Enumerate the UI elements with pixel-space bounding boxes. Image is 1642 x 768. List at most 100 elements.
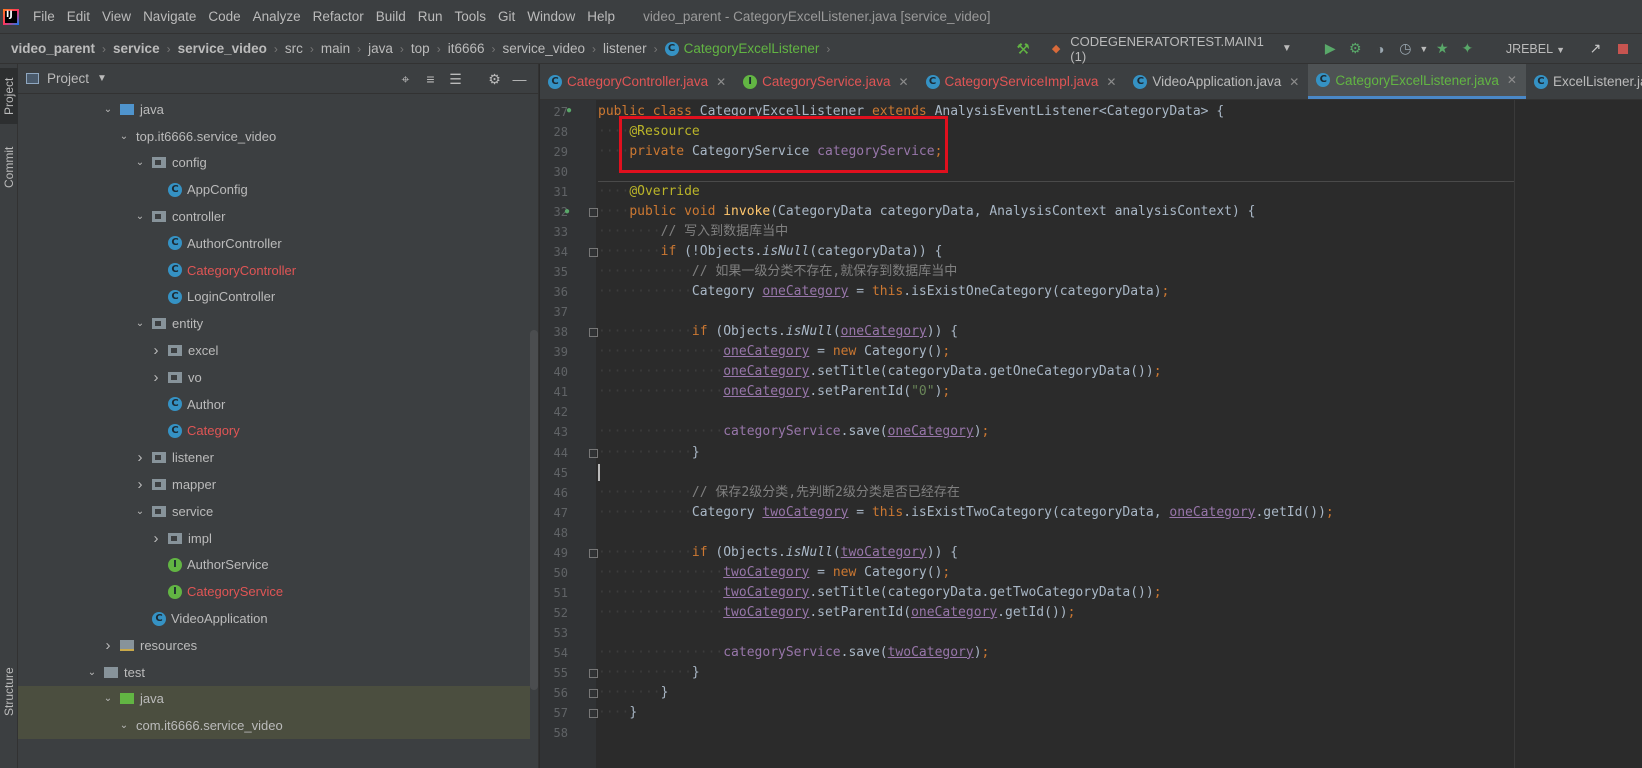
- gear-icon[interactable]: ⚙: [482, 71, 507, 88]
- chevron-right-icon[interactable]: ›: [150, 342, 162, 359]
- breadcrumb-item[interactable]: top: [411, 41, 430, 56]
- tree-row[interactable]: C LoginController: [18, 284, 530, 311]
- editor-tab[interactable]: C CategoryController.java ✕: [540, 64, 735, 99]
- tree-row[interactable]: ⌄ top.it6666.service_video: [18, 123, 530, 150]
- tree-row[interactable]: ⌄ java: [18, 96, 530, 123]
- chevron-down-icon[interactable]: ⌄: [86, 667, 98, 678]
- tree-row[interactable]: ⌄ com.it6666.service_video: [18, 712, 530, 740]
- tree-row[interactable]: C AppConfig: [18, 176, 530, 203]
- tree-row[interactable]: › listener: [18, 444, 530, 471]
- menu-item-build[interactable]: Build: [370, 9, 412, 24]
- close-icon[interactable]: ✕: [1289, 75, 1299, 89]
- fold-marker-icon[interactable]: [589, 448, 598, 458]
- fold-marker-icon[interactable]: [589, 208, 598, 218]
- chevron-down-icon[interactable]: ⌄: [102, 693, 114, 704]
- breadcrumb-current[interactable]: C CategoryExcelListener: [664, 41, 819, 56]
- chevron-down-icon[interactable]: ⌄: [102, 104, 114, 115]
- hide-panel-icon[interactable]: —: [507, 71, 532, 87]
- expand-all-icon[interactable]: ≡: [418, 71, 443, 87]
- editor-tab[interactable]: C CategoryExcelListener.java ✕: [1308, 64, 1526, 99]
- breadcrumb-item[interactable]: listener: [603, 41, 647, 56]
- profile-icon[interactable]: ◷: [1393, 40, 1418, 57]
- editor-tab[interactable]: C VideoApplication.java ✕: [1125, 64, 1308, 99]
- jrebel-menu[interactable]: JREBEL ▼: [1506, 42, 1565, 56]
- menu-item-code[interactable]: Code: [202, 9, 246, 24]
- more-run-options-icon[interactable]: ▼: [1418, 44, 1430, 54]
- tree-row[interactable]: I AuthorService: [18, 552, 530, 579]
- fold-marker-icon[interactable]: [589, 668, 598, 678]
- run-configuration-select[interactable]: ◆ CODEGENERATORTEST.MAIN1 (1) ▼: [1043, 34, 1300, 64]
- breadcrumb-item[interactable]: main: [321, 41, 350, 56]
- menu-item-view[interactable]: View: [96, 9, 137, 24]
- project-title[interactable]: Project: [47, 71, 89, 86]
- chevron-right-icon[interactable]: ›: [150, 369, 162, 386]
- fold-marker-icon[interactable]: [589, 248, 598, 258]
- tree-row[interactable]: ⌄ entity: [18, 310, 530, 337]
- breadcrumb-item[interactable]: it6666: [448, 41, 485, 56]
- menu-item-analyze[interactable]: Analyze: [247, 9, 307, 24]
- menu-item-file[interactable]: File: [27, 9, 61, 24]
- tree-row[interactable]: ⌄ java: [18, 685, 530, 713]
- commit-tool-tab[interactable]: Commit: [0, 136, 18, 198]
- menu-item-run[interactable]: Run: [412, 9, 449, 24]
- close-icon[interactable]: ✕: [898, 75, 908, 89]
- chevron-down-icon[interactable]: ⌄: [134, 157, 146, 168]
- breadcrumb-item[interactable]: service_video: [503, 41, 586, 56]
- tree-row[interactable]: › excel: [18, 337, 530, 364]
- close-icon[interactable]: ✕: [1507, 73, 1517, 87]
- jrebel-debug-icon[interactable]: ✦: [1455, 40, 1480, 57]
- structure-tool-tab[interactable]: Structure: [0, 656, 18, 728]
- menu-item-tools[interactable]: Tools: [449, 9, 493, 24]
- tree-row[interactable]: I CategoryService: [18, 578, 530, 605]
- fold-marker-icon[interactable]: [589, 688, 598, 698]
- breadcrumb-item[interactable]: video_parent: [11, 41, 95, 56]
- tree-row[interactable]: C Author: [18, 391, 530, 418]
- project-tool-tab[interactable]: Project: [0, 68, 18, 124]
- chevron-down-icon[interactable]: ▼: [97, 73, 107, 84]
- chevron-down-icon[interactable]: ⌄: [118, 131, 130, 142]
- tree-row[interactable]: C CategoryController: [18, 257, 530, 284]
- fold-marker-icon[interactable]: [589, 328, 598, 338]
- editor-tab[interactable]: I CategoryService.java ✕: [735, 64, 917, 99]
- tree-row[interactable]: › resources: [18, 632, 530, 659]
- tree-row[interactable]: C VideoApplication: [18, 605, 530, 632]
- collapse-all-icon[interactable]: ☰: [443, 71, 468, 88]
- chevron-down-icon[interactable]: ⌄: [134, 506, 146, 517]
- build-hammer-icon[interactable]: ⚒: [1016, 40, 1029, 58]
- editor-tab[interactable]: C ExcelListener.java: [1526, 64, 1642, 99]
- tree-row[interactable]: C Category: [18, 418, 530, 445]
- run-icon[interactable]: ▶: [1318, 40, 1343, 57]
- stop-icon[interactable]: [1618, 43, 1628, 54]
- implementation-icon[interactable]: ●: [566, 105, 572, 116]
- jrebel-run-icon[interactable]: ★: [1430, 40, 1455, 57]
- tree-row[interactable]: › vo: [18, 364, 530, 391]
- breadcrumb-item[interactable]: java: [368, 41, 393, 56]
- breadcrumb-item[interactable]: service_video: [178, 41, 267, 56]
- chevron-down-icon[interactable]: ⌄: [118, 720, 130, 731]
- chevron-down-icon[interactable]: ⌄: [134, 211, 146, 222]
- menu-item-navigate[interactable]: Navigate: [137, 9, 202, 24]
- tree-row[interactable]: › impl: [18, 525, 530, 552]
- tree-row[interactable]: ⌄ service: [18, 498, 530, 525]
- project-scrollbar[interactable]: [530, 330, 538, 690]
- chevron-right-icon[interactable]: ›: [134, 476, 146, 493]
- override-icon[interactable]: ●: [564, 206, 570, 217]
- menu-item-edit[interactable]: Edit: [61, 9, 96, 24]
- editor-tab[interactable]: C CategoryServiceImpl.java ✕: [918, 64, 1126, 99]
- menu-item-window[interactable]: Window: [521, 9, 581, 24]
- fold-marker-icon[interactable]: [589, 708, 598, 718]
- chevron-down-icon[interactable]: ⌄: [134, 318, 146, 329]
- chevron-right-icon[interactable]: ›: [134, 449, 146, 466]
- menu-item-refactor[interactable]: Refactor: [307, 9, 370, 24]
- update-project-icon[interactable]: ↗: [1583, 40, 1608, 57]
- chevron-right-icon[interactable]: ›: [150, 530, 162, 547]
- close-icon[interactable]: ✕: [716, 75, 726, 89]
- debug-icon[interactable]: ⚙: [1343, 40, 1368, 57]
- coverage-icon[interactable]: ◑: [1368, 41, 1393, 57]
- tree-row[interactable]: C AuthorController: [18, 230, 530, 257]
- fold-marker-icon[interactable]: [589, 548, 598, 558]
- breadcrumb-item[interactable]: service: [113, 41, 160, 56]
- tree-row[interactable]: ⌄ test: [18, 659, 530, 686]
- chevron-right-icon[interactable]: ›: [102, 637, 114, 654]
- tree-row[interactable]: › mapper: [18, 471, 530, 498]
